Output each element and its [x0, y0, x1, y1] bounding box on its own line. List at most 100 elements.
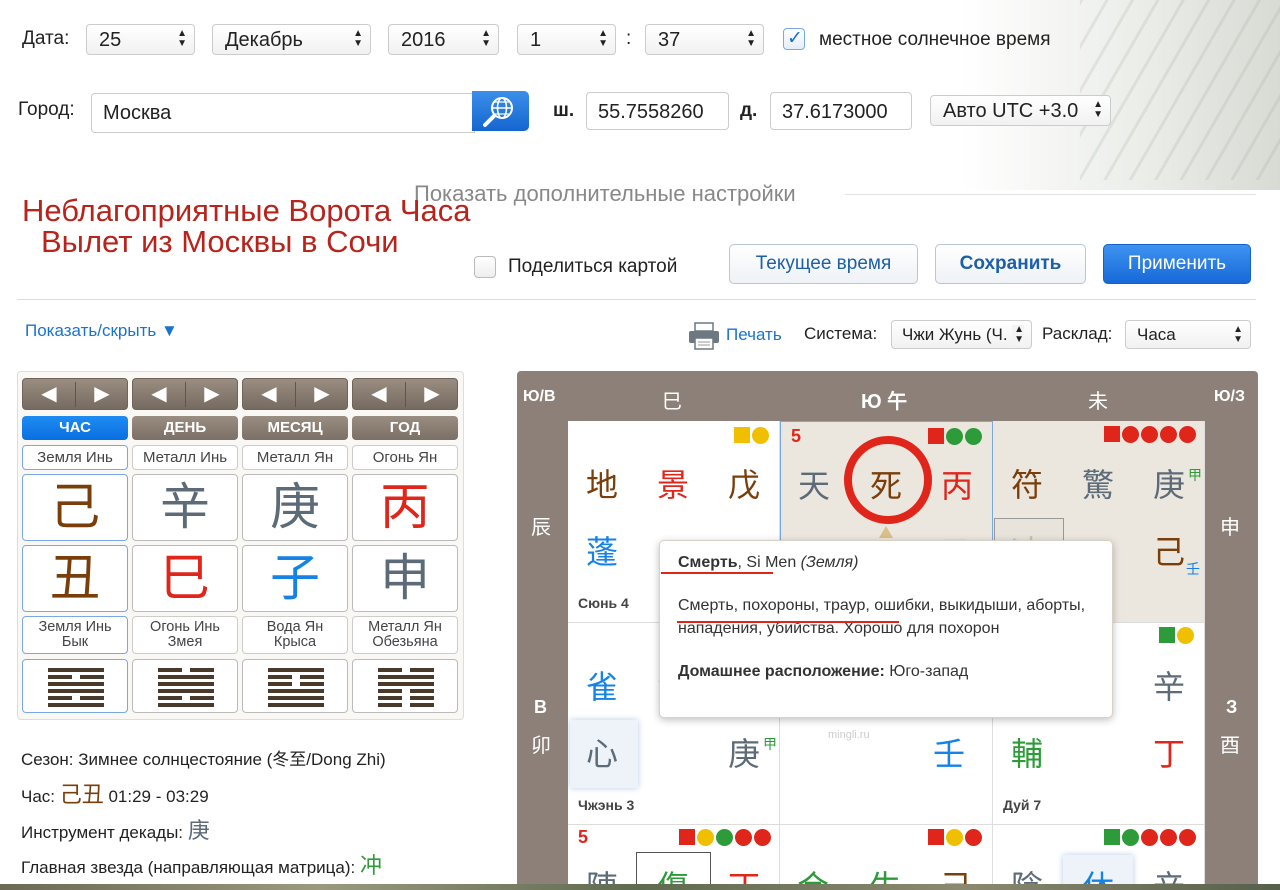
pillar-hexagram-1[interactable] — [132, 659, 238, 713]
pillar-branch-3[interactable]: 申 — [352, 545, 458, 612]
current-time-button[interactable]: Текущее время — [729, 244, 918, 284]
city-input[interactable]: Москва — [91, 93, 475, 133]
branch-element: Огонь Инь — [150, 619, 220, 635]
tooltip-underline — [677, 621, 899, 623]
print-link[interactable]: Печать — [726, 325, 782, 345]
tooltip-pinyin: , Si Men — [737, 554, 801, 571]
layout-select[interactable]: Часа ▲ ▼ — [1125, 320, 1251, 349]
city-search-button[interactable] — [472, 91, 529, 131]
pillar-nav-0: ◀ ▶ — [22, 378, 128, 410]
main-star-label: Главная звезда (направляющая матрица): — [21, 858, 360, 877]
pillar-stem-element-0: Земля Инь — [22, 445, 128, 470]
palace-nw[interactable]: 陰 休 辛 — [993, 825, 1205, 890]
stem-char: 庚 — [1153, 466, 1186, 504]
next-arrow-icon[interactable]: ▶ — [296, 383, 348, 405]
minute-select[interactable]: 37 ▲ ▼ — [645, 24, 764, 55]
hour-info: Час: 己丑 01:29 - 03:29 — [21, 777, 209, 809]
hexagram-icon — [48, 668, 104, 707]
stem-char: 丙 — [941, 467, 974, 505]
pillar-stem-3[interactable]: 丙 — [352, 474, 458, 541]
month-select[interactable]: Декабрь ▲ ▼ — [212, 24, 371, 55]
prev-arrow-icon[interactable]: ◀ — [23, 383, 75, 405]
branch-si: 巳 — [662, 391, 682, 413]
year-select[interactable]: 2016 ▲ ▼ — [388, 24, 499, 55]
branch-element: Металл Ян — [368, 619, 442, 635]
select-arrows-icon: ▲ ▼ — [1012, 324, 1024, 345]
longitude-input[interactable]: 37.6173000 — [770, 92, 912, 130]
deity-char: 雀 — [586, 668, 619, 706]
next-arrow-icon[interactable]: ▶ — [406, 383, 458, 405]
select-arrows-icon: ▲ ▼ — [481, 28, 491, 49]
pillar-nav-2: ◀ ▶ — [242, 378, 348, 410]
chart-title-line2: Вылет из Москвы в Сочи — [41, 224, 399, 259]
earth-stem-sub: 壬 — [1186, 561, 1200, 577]
branch-wei: 未 — [1088, 391, 1108, 413]
branch-animal: Змея — [167, 634, 203, 650]
direction-w: З — [1226, 697, 1238, 717]
door-tooltip: Смерть, Si Men (Земля) Смерть, похороны,… — [659, 540, 1113, 718]
direction-se: Ю/В — [523, 388, 556, 405]
utc-value: Авто UTC +3.0 — [943, 100, 1079, 122]
prev-arrow-icon[interactable]: ◀ — [353, 383, 405, 405]
pillar-stem-0[interactable]: 己 — [22, 474, 128, 541]
palace-name: Чжэнь 3 — [578, 797, 635, 813]
pillar-header-0[interactable]: ЧАС — [22, 416, 128, 440]
branch-animal: Бык — [61, 634, 89, 650]
pillar-branch-0[interactable]: 丑 — [22, 545, 128, 612]
prev-arrow-icon[interactable]: ◀ — [133, 383, 185, 405]
hour-value: 1 — [530, 29, 542, 51]
pillar-stem-element-1: Металл Инь — [132, 445, 238, 470]
pillar-hexagram-0[interactable] — [22, 659, 128, 713]
hour-label: Час: — [21, 787, 60, 806]
pillar-header-2[interactable]: МЕСЯЦ — [242, 416, 348, 440]
latitude-label: ш. — [553, 100, 575, 121]
system-select[interactable]: Чжи Жунь (Ч. ▲ ▼ — [891, 320, 1032, 349]
star-char: 輔 — [1011, 735, 1044, 773]
palace-ne[interactable]: 5 陳 傷 丁 — [568, 825, 780, 890]
indicator-dots — [732, 427, 769, 445]
main-star-char: 冲 — [359, 853, 382, 878]
earth-stem-char: 丁 — [1153, 735, 1186, 773]
day-select[interactable]: 25 ▲ ▼ — [86, 24, 195, 55]
pillar-branch-element-0: Земля Инь Бык — [22, 616, 128, 654]
select-arrows-icon: ▲ ▼ — [353, 28, 363, 49]
pillar-branch-2[interactable]: 子 — [242, 545, 348, 612]
pillar-stem-2[interactable]: 庚 — [242, 474, 348, 541]
pillar-stem-1[interactable]: 辛 — [132, 474, 238, 541]
palace-n[interactable]: 合 生 己 — [780, 825, 993, 890]
printer-icon[interactable] — [688, 322, 720, 350]
more-settings-link[interactable]: Показать дополнительные настройки — [414, 181, 796, 207]
indicator-dots — [677, 829, 771, 847]
longitude-label: д. — [740, 100, 758, 121]
latitude-input[interactable]: 55.7558260 — [586, 92, 729, 130]
apply-button[interactable]: Применить — [1103, 244, 1251, 284]
indicator-dots — [1102, 829, 1196, 847]
pillar-header-1[interactable]: ДЕНЬ — [132, 416, 238, 440]
stem-char: 辛 — [1153, 668, 1186, 706]
star-char: 心 — [586, 735, 619, 773]
branch-element: Вода Ян — [266, 619, 324, 635]
next-arrow-icon[interactable]: ▶ — [186, 383, 238, 405]
globe-search-icon — [483, 97, 513, 127]
hour-select[interactable]: 1 ▲ ▼ — [517, 24, 616, 55]
door-char: 死 — [870, 467, 903, 505]
save-button[interactable]: Сохранить — [935, 244, 1086, 284]
decade-char: 庚 — [187, 818, 210, 843]
solar-time-checkbox[interactable] — [783, 27, 805, 50]
utc-select[interactable]: Авто UTC +3.0 ▲ ▼ — [930, 95, 1111, 126]
pillar-hexagram-2[interactable] — [242, 659, 348, 713]
hour-chars: 己丑 — [59, 782, 104, 807]
share-checkbox[interactable] — [474, 256, 496, 278]
watermark: mingli.ru — [828, 729, 870, 741]
date-label: Дата: — [22, 28, 70, 49]
select-arrows-icon: ▲ ▼ — [1093, 99, 1103, 120]
next-arrow-icon[interactable]: ▶ — [76, 383, 128, 405]
pillar-header-3[interactable]: ГОД — [352, 416, 458, 440]
season-info: Сезон: Зимнее солнцестояние (冬至/Dong Zhi… — [21, 745, 386, 770]
earth-stem-char: 庚 — [728, 735, 761, 773]
prev-arrow-icon[interactable]: ◀ — [243, 383, 295, 405]
share-label: Поделиться картой — [508, 256, 678, 277]
pillar-branch-1[interactable]: 巳 — [132, 545, 238, 612]
show-hide-link[interactable]: Показать/скрыть ▼ — [25, 321, 178, 341]
pillar-hexagram-3[interactable] — [352, 659, 458, 713]
